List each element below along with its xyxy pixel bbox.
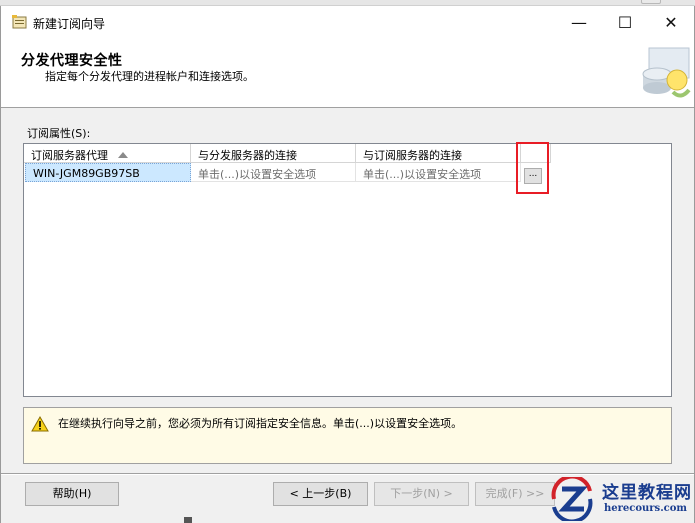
maximize-button[interactable]: ☐ — [602, 6, 648, 38]
watermark-logo-icon — [551, 477, 593, 521]
column-header-agent[interactable]: 订阅服务器代理 — [24, 144, 191, 163]
watermark-url: herecours.com — [604, 503, 688, 514]
help-button[interactable]: 帮助(H) — [25, 482, 119, 506]
column-header-subscriber-connection[interactable]: 与订阅服务器的连接 — [356, 144, 521, 163]
title-bar: 新建订阅向导 — ☐ ✕ — [1, 6, 694, 38]
wizard-header: 分发代理安全性 指定每个分发代理的进程帐户和连接选项。 — [1, 38, 694, 108]
minimize-button[interactable]: — — [556, 6, 602, 38]
background-taskbar-fragment — [184, 517, 192, 523]
finish-button[interactable]: 完成(F) >> — [475, 482, 555, 506]
subscription-properties-grid[interactable]: 订阅服务器代理 与分发服务器的连接 与订阅服务器的连接 WIN-JGM89GB9… — [23, 143, 672, 397]
background-toolbar-button — [641, 0, 661, 4]
back-button[interactable]: < 上一步(B) — [273, 482, 368, 506]
wizard-window: 新建订阅向导 — ☐ ✕ 分发代理安全性 指定每个分发代理的进程帐户和连接选项。… — [0, 6, 695, 523]
sort-ascending-icon — [118, 152, 128, 158]
subscription-properties-label: 订阅属性(S): — [27, 127, 91, 140]
warning-message: 在继续执行向导之前，您必须为所有订阅指定安全信息。单击(...)以设置安全选项。 — [58, 417, 463, 430]
page-subtitle: 指定每个分发代理的进程帐户和连接选项。 — [45, 70, 254, 83]
page-title: 分发代理安全性 — [21, 53, 123, 69]
close-button[interactable]: ✕ — [648, 6, 694, 38]
table-cell-subscriber-connection[interactable]: 单击(...)以设置安全选项 — [356, 163, 521, 182]
watermark-title: 这里教程网 — [602, 483, 692, 503]
wizard-graphic-icon — [642, 47, 691, 98]
watermark: 这里教程网 herecours.com — [548, 475, 695, 523]
window-title: 新建订阅向导 — [33, 17, 106, 31]
warning-icon — [31, 416, 49, 432]
highlight-annotation-box — [516, 142, 549, 194]
next-button[interactable]: 下一步(N) > — [374, 482, 469, 506]
column-header-distributor-connection[interactable]: 与分发服务器的连接 — [191, 144, 356, 163]
warning-panel: 在继续执行向导之前，您必须为所有订阅指定安全信息。单击(...)以设置安全选项。 — [23, 407, 672, 464]
column-header-label: 订阅服务器代理 — [31, 149, 108, 162]
table-cell-distributor-connection[interactable]: 单击(...)以设置安全选项 — [191, 163, 356, 182]
wizard-app-icon — [12, 15, 27, 29]
table-cell-agent[interactable]: WIN-JGM89GB97SB — [25, 163, 191, 182]
